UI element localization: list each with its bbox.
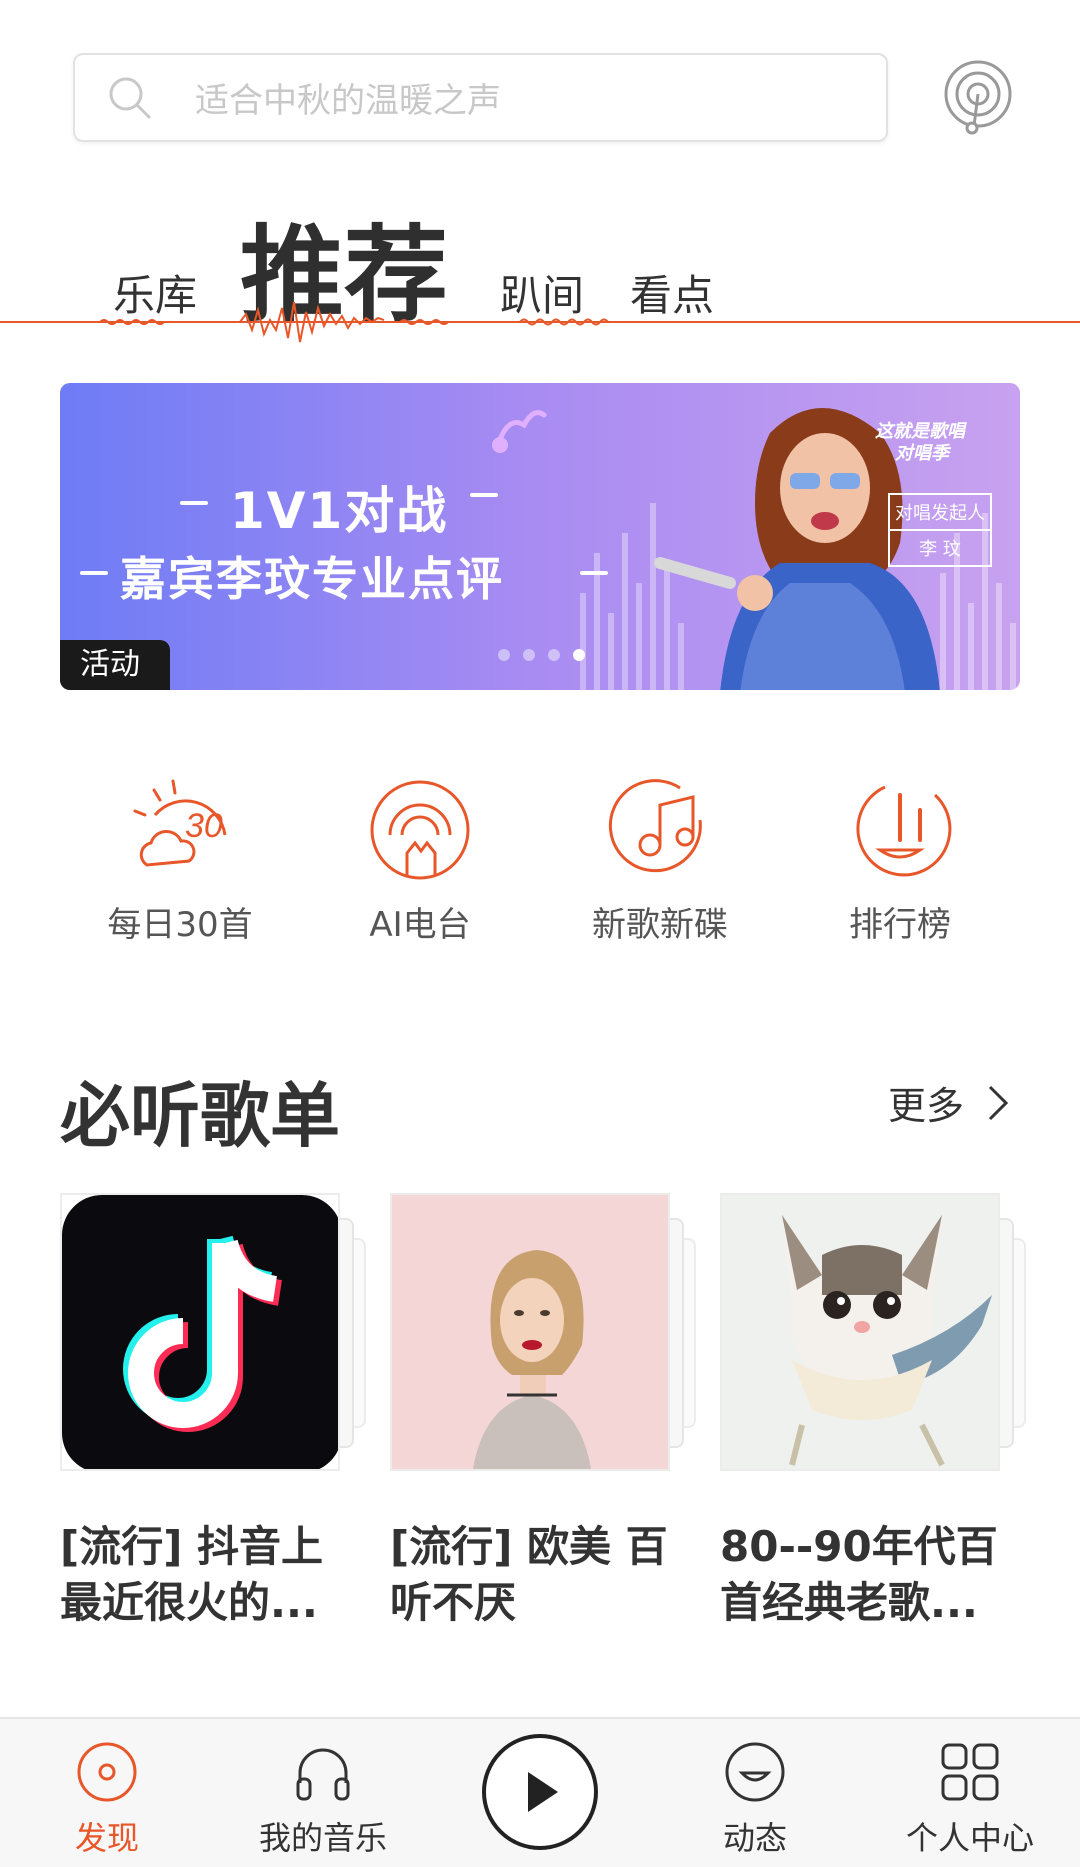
nav-label: 动态 bbox=[722, 1819, 787, 1857]
chevron-right-icon bbox=[988, 1085, 1009, 1120]
shortcut-daily-30[interactable]: 30 每日30首 bbox=[80, 775, 280, 946]
nav-profile[interactable]: 个人中心 bbox=[880, 1739, 1060, 1859]
banner-dash bbox=[580, 571, 608, 575]
pager-dot-active[interactable] bbox=[573, 649, 585, 661]
search-bar[interactable]: 适合中秋的温暖之声 bbox=[73, 53, 888, 142]
playlist-cover bbox=[390, 1193, 670, 1471]
grid-icon bbox=[941, 1743, 999, 1801]
section-title: 必听歌单 bbox=[60, 1075, 340, 1157]
chart-rank-icon bbox=[856, 785, 952, 877]
banner-dash bbox=[80, 571, 108, 575]
tiktok-logo-icon bbox=[62, 1195, 338, 1469]
nav-my-music[interactable]: 我的音乐 bbox=[233, 1739, 413, 1859]
banner-subheadline: 嘉宾李玟专业点评 bbox=[120, 552, 504, 606]
banner-dash bbox=[180, 501, 208, 505]
banner-type-tag: 活动 bbox=[60, 640, 170, 690]
app-screen: 适合中秋的温暖之声 乐库 推荐 趴间 看点 1V1对战 嘉宾李玟专业点评 这就是… bbox=[0, 0, 1080, 1867]
woman-portrait bbox=[392, 1195, 668, 1469]
stack-edge bbox=[1014, 1238, 1026, 1428]
show-logo: 这就是歌唱 对唱季 bbox=[875, 421, 965, 464]
playlist-card[interactable]: [流行] 欧美 百听不厌 bbox=[390, 1193, 696, 1631]
pager-dot[interactable] bbox=[498, 649, 510, 661]
shortcut-label: 排行榜 bbox=[849, 905, 951, 945]
nav-label: 发现 bbox=[74, 1819, 139, 1857]
pager-dot[interactable] bbox=[523, 649, 535, 661]
search-placeholder: 适合中秋的温暖之声 bbox=[195, 81, 501, 121]
nav-label: 个人中心 bbox=[905, 1819, 1034, 1857]
headphones-icon bbox=[296, 1748, 350, 1801]
daily-30-icon: 30 bbox=[133, 779, 227, 867]
more-link[interactable]: 更多 bbox=[888, 1075, 1012, 1130]
shortcut-new-releases[interactable]: 新歌新碟 bbox=[560, 775, 760, 946]
pager-dot[interactable] bbox=[548, 649, 560, 661]
more-label: 更多 bbox=[888, 1084, 965, 1128]
stack-edge bbox=[340, 1218, 354, 1448]
shortcut-label: 每日30首 bbox=[107, 905, 253, 945]
new-disc-icon bbox=[608, 779, 702, 873]
nav-discover[interactable]: 发现 bbox=[17, 1739, 197, 1859]
stack-edge bbox=[354, 1238, 366, 1428]
banner-dash bbox=[470, 493, 498, 497]
search-icon bbox=[109, 77, 151, 118]
nav-label: 我的音乐 bbox=[258, 1819, 387, 1857]
tab-waveform bbox=[0, 301, 1080, 343]
discover-icon bbox=[77, 1742, 137, 1802]
ai-radio-icon bbox=[370, 780, 470, 880]
playlist-title: 80--90年代百首经典老歌... bbox=[720, 1522, 998, 1627]
stack-edge bbox=[670, 1218, 684, 1448]
playlist-card[interactable]: 80--90年代百首经典老歌... bbox=[720, 1193, 1026, 1631]
playlist-card[interactable]: [流行] 抖音上最近很火的... bbox=[60, 1193, 366, 1631]
playlist-title: [流行] 欧美 百听不厌 bbox=[390, 1522, 668, 1627]
shortcut-label: 新歌新碟 bbox=[592, 905, 728, 945]
playlist-title: [流行] 抖音上最近很火的... bbox=[60, 1522, 324, 1627]
cat-photo bbox=[722, 1195, 998, 1469]
bottom-nav: 发现 我的音乐 动态 个人中心 bbox=[0, 1717, 1080, 1867]
stack-edge bbox=[1000, 1218, 1014, 1448]
stack-edge bbox=[684, 1238, 696, 1428]
smile-icon bbox=[725, 1742, 785, 1802]
banner-headline: 1V1对战 bbox=[230, 482, 449, 540]
playlist-cover bbox=[720, 1193, 1000, 1471]
banner-pager bbox=[498, 649, 585, 661]
listen-recognize-icon[interactable] bbox=[940, 60, 1016, 136]
promo-banner[interactable]: 1V1对战 嘉宾李玟专业点评 这就是歌唱 对唱季 对唱发起人 李 玟 活动 bbox=[60, 383, 1020, 690]
play-icon[interactable] bbox=[480, 1732, 600, 1852]
nav-feed[interactable]: 动态 bbox=[665, 1739, 845, 1859]
shortcut-ai-radio[interactable]: AI电台 bbox=[320, 775, 520, 946]
initiator-badge: 对唱发起人 李 玟 bbox=[888, 493, 992, 567]
music-note-decoration bbox=[492, 410, 547, 453]
shortcut-label: AI电台 bbox=[369, 905, 471, 945]
playlist-cover bbox=[60, 1193, 340, 1471]
shortcut-charts[interactable]: 排行榜 bbox=[800, 775, 1000, 946]
svg-text:30: 30 bbox=[185, 807, 223, 845]
